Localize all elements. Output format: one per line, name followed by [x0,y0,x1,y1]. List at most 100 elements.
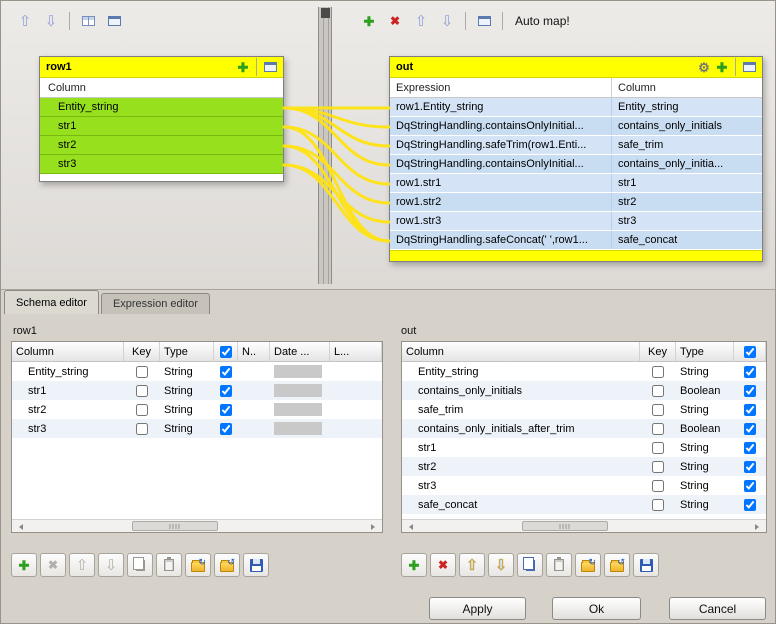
export-schema-button[interactable] [214,553,240,577]
type-cell[interactable]: String [676,457,734,476]
out-mapping-row[interactable]: row1.str3 str3 [390,212,762,231]
key-checkbox[interactable] [652,461,664,473]
move-up-button[interactable] [13,10,37,32]
table-row[interactable]: str1 String [12,381,382,400]
nullable-all-checkbox[interactable] [744,346,756,358]
length-cell[interactable] [330,381,382,400]
row1-column-entity-string[interactable]: Entity_string [40,98,283,117]
nullable-checkbox[interactable] [744,461,756,473]
add-column-button[interactable] [11,553,37,577]
copy-button[interactable] [127,553,153,577]
key-checkbox[interactable] [652,480,664,492]
type-cell[interactable]: String [676,400,734,419]
add-column-button[interactable] [401,553,427,577]
delete-column-button[interactable] [430,553,456,577]
nullable-checkbox[interactable] [744,385,756,397]
out-mapping-row[interactable]: DqStringHandling.safeTrim(row1.Enti... s… [390,136,762,155]
table-row[interactable]: str3 String [12,419,382,438]
mapper-splitter[interactable] [318,7,332,284]
header-nullable[interactable]: N.. [238,342,270,361]
type-cell[interactable]: String [676,362,734,381]
table-row[interactable]: str2 String [12,400,382,419]
column-name-cell[interactable]: safe_trim [402,400,640,419]
key-checkbox[interactable] [652,499,664,511]
table-row[interactable]: contains_only_initials_after_trim Boolea… [402,419,766,438]
move-up-button[interactable] [409,10,433,32]
import-schema-button[interactable] [185,553,211,577]
nullable-checkbox[interactable] [220,423,232,435]
column-name-cell[interactable]: Entity_string [402,362,640,381]
minimize-table-button[interactable] [261,59,279,75]
nullable-checkbox[interactable] [744,499,756,511]
key-checkbox[interactable] [652,366,664,378]
nullable-checkbox[interactable] [220,404,232,416]
move-down-button[interactable] [39,10,63,32]
expression-cell[interactable]: DqStringHandling.containsOnlyInitial... [390,155,612,173]
scrollbar-thumb[interactable] [522,521,608,531]
type-cell[interactable]: String [160,362,214,381]
column-name-cell[interactable]: Entity_string [12,362,124,381]
nullable-checkbox[interactable] [744,404,756,416]
table-row[interactable]: contains_only_initials Boolean [402,381,766,400]
key-checkbox[interactable] [136,423,148,435]
key-checkbox[interactable] [136,366,148,378]
column-name-cell[interactable]: str1 [12,381,124,400]
header-nullable-checkbox[interactable] [734,342,766,361]
header-date-pattern[interactable]: Date ... [270,342,330,361]
column-name-cell[interactable]: contains_only_initials_after_trim [402,419,640,438]
mapping-link[interactable] [284,127,389,241]
key-checkbox[interactable] [652,404,664,416]
mapping-link[interactable] [284,146,389,203]
mapping-link[interactable] [284,146,389,241]
row1-column-str3[interactable]: str3 [40,155,283,174]
type-cell[interactable]: Boolean [676,419,734,438]
paste-button[interactable] [546,553,572,577]
move-down-button[interactable] [488,553,514,577]
header-column[interactable]: Column [402,342,640,361]
scrollbar-thumb[interactable] [132,521,218,531]
out-mapping-row[interactable]: row1.Entity_string Entity_string [390,98,762,117]
mapping-link[interactable] [284,165,389,241]
ok-button[interactable]: Ok [552,597,641,620]
settings-button[interactable] [695,59,713,75]
out-mapping-row[interactable]: DqStringHandling.safeConcat(' ',row1... … [390,231,762,250]
column-name-cell[interactable]: contains_only_initials [402,381,640,400]
nullable-checkbox[interactable] [744,442,756,454]
column-name-cell[interactable]: str3 [12,419,124,438]
expression-cell[interactable]: row1.str3 [390,212,612,230]
out-panel-scroll-strip[interactable] [390,250,762,261]
add-table-button[interactable] [234,59,252,75]
type-cell[interactable]: String [676,495,734,514]
tab-schema-editor[interactable]: Schema editor [4,290,99,314]
export-schema-button[interactable] [604,553,630,577]
header-key[interactable]: Key [640,342,676,361]
key-checkbox[interactable] [136,385,148,397]
key-checkbox[interactable] [652,385,664,397]
out-mapping-row[interactable]: DqStringHandling.containsOnlyInitial... … [390,117,762,136]
row1-column-str2[interactable]: str2 [40,136,283,155]
type-cell[interactable]: Boolean [676,381,734,400]
nullable-all-checkbox[interactable] [220,346,232,358]
nullable-checkbox[interactable] [744,366,756,378]
expression-cell[interactable]: row1.str2 [390,193,612,211]
apply-button[interactable]: Apply [429,597,526,620]
nullable-checkbox[interactable] [220,366,232,378]
column-name-cell[interactable]: safe_concat [402,495,640,514]
delete-output-button[interactable] [383,10,407,32]
add-table-button[interactable] [713,59,731,75]
table-row[interactable]: Entity_string String [12,362,382,381]
date-pattern-cell[interactable] [270,362,330,381]
move-up-button[interactable] [69,553,95,577]
type-cell[interactable]: String [160,400,214,419]
tab-expression-editor[interactable]: Expression editor [101,293,210,314]
date-pattern-cell[interactable] [270,400,330,419]
key-checkbox[interactable] [652,423,664,435]
horizontal-scrollbar[interactable] [12,519,382,532]
save-schema-button[interactable] [633,553,659,577]
header-nullable-checkbox[interactable] [214,342,238,361]
out-title-bar[interactable]: out [390,57,762,78]
horizontal-scrollbar[interactable] [402,519,766,532]
mapping-link[interactable] [284,127,389,184]
mapping-link[interactable] [284,165,389,222]
table-view-button[interactable] [76,10,100,32]
